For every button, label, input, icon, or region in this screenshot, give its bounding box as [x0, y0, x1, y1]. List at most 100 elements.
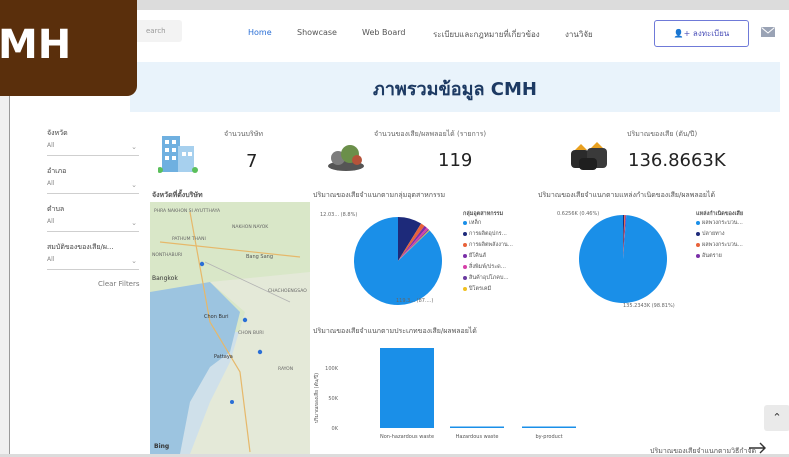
pie1-title: ปริมาณของเสียจำแนกตามกลุ่มอุตสาหกรรม	[313, 191, 446, 199]
chevron-down-icon: ⌄	[131, 219, 137, 227]
legend-item[interactable]: ผลพวงกระบวน...	[696, 241, 743, 249]
kpi-value-waste-amount: 136.8663K	[628, 150, 726, 171]
legend-label: การผลิตพลังงาน...	[469, 242, 513, 248]
footer-chart-title: ปริมาณของเสียจำแนกตามวิธีกำจัด	[650, 447, 757, 455]
kpi-label-waste-amount: ปริมาณของเสีย (ตัน/ปี)	[627, 130, 698, 138]
map-place-label: PATHUM THANI	[172, 236, 206, 242]
subdistrict-select[interactable]: All ⌄	[47, 218, 139, 232]
legend-item[interactable]: ยีโคินส์	[463, 252, 486, 260]
map-place-label: Pattaya	[214, 354, 233, 360]
legend-dot	[696, 242, 700, 247]
page-title: ภาพรวมข้อมูล CMH	[373, 79, 537, 100]
map-place-label: Chon Buri	[204, 314, 229, 320]
legend-item[interactable]: อันตราย	[696, 252, 722, 260]
nav-research[interactable]: งานวิจัย	[565, 28, 593, 41]
bar[interactable]	[450, 426, 504, 429]
legend-label: การผลิตอุปกร...	[469, 231, 507, 237]
map-place-label: Bangkok	[152, 275, 178, 282]
legend-label: อันตราย	[702, 253, 722, 259]
search-input[interactable]: earch	[130, 20, 182, 42]
bar[interactable]	[522, 426, 576, 429]
bar-ytick: 0K	[332, 426, 339, 432]
legend-item[interactable]: ผลพวงกระบวน...	[696, 219, 743, 227]
pie2-chart: 0.6256K (0.46%) 135.2343K (98.81%)	[557, 211, 675, 309]
bar-chart-title: ปริมาณของเสียจำแนกตามประเภทของเสีย/ผลพลอ…	[313, 327, 477, 335]
kpi-value-waste-items: 119	[438, 150, 473, 171]
register-button[interactable]: 👤+ ลงทะเบียน	[654, 20, 749, 47]
nav-webboard[interactable]: Web Board	[362, 28, 406, 37]
map-place-label: RAYON	[278, 366, 293, 372]
legend-dot	[463, 220, 467, 225]
map-place-label: PHRA NAKHON SI AYUTTHAYA	[154, 208, 221, 214]
pie2-slices	[579, 215, 667, 303]
pie1-label-big: 119.3... (87....)	[396, 298, 433, 304]
legend-label: เหล็ก	[469, 220, 482, 226]
legend-item[interactable]: เหล็ก	[463, 219, 481, 227]
filter-label: อำเภอ	[47, 167, 67, 175]
kpi-label-waste-items: จำนวนของเสีย/ผลพลอยได้ (รายการ)	[374, 130, 487, 138]
mail-icon[interactable]	[761, 27, 775, 37]
add-user-icon: 👤+	[673, 29, 691, 38]
dashboard: ภาพรวมข้อมูล CMH จังหวัด All ⌄ อำเภอ All ⌄…	[10, 58, 789, 455]
chevron-down-icon: ⌄	[131, 257, 137, 265]
pie1-legend-title: กลุ่มอุตสาหกรรม	[463, 211, 504, 217]
kpi-value-companies: 7	[246, 151, 258, 172]
nav-regulations[interactable]: ระเบียบและกฎหมายที่เกี่ยวข้อง	[433, 28, 540, 41]
legend-label: สินค้าอุปโภคบ...	[469, 275, 509, 281]
bar-ytick: 100K	[325, 366, 339, 372]
legend-dot	[463, 242, 467, 247]
filter-label: ตำบล	[47, 205, 65, 213]
company-location-map[interactable]: PHRA NAKHON SI AYUTTHAYA NAKHON NAYOK PA…	[150, 202, 310, 454]
map-place-label: CHACHOENGSAO	[268, 288, 307, 294]
legend-item[interactable]: ปลายทาง	[696, 230, 725, 238]
nav-home[interactable]: Home	[248, 28, 272, 37]
waste-property-select[interactable]: All ⌄	[47, 256, 139, 270]
brand-logo: MH	[0, 0, 137, 96]
legend-dot	[696, 253, 700, 258]
bar-marks: Non-hazardous waste Hazardous waste by-pro…	[380, 348, 576, 440]
district-select[interactable]: All ⌄	[47, 180, 139, 194]
bar-category-label: Hazardous waste	[456, 434, 499, 440]
pie1-label-small: 12.03... (8.8%)	[320, 212, 357, 218]
bar-category-label: Non-hazardous waste	[380, 434, 434, 440]
pie2-title: ปริมาณของเสียจำแนกตามแหล่งกำเนิดของเสีย/…	[538, 191, 715, 199]
legend-item[interactable]: การผลิตอุปกร...	[463, 230, 507, 238]
map-place-label: CHON BURI	[238, 330, 264, 336]
select-value: All	[47, 256, 55, 263]
bar-ylabel: ปริมาณของเสีย (ตัน/ปี)	[313, 373, 320, 423]
chevron-down-icon: ⌄	[131, 143, 137, 151]
legend-item[interactable]: สิ่งพิมพ์/ประด...	[463, 263, 506, 271]
pie-slice[interactable]	[579, 215, 667, 303]
bing-logo: Bing	[154, 443, 169, 450]
legend-label: ยีโคินส์	[469, 253, 486, 259]
legend-label: ผลพวงกระบวน...	[702, 220, 743, 226]
arrow-right-icon[interactable]	[748, 442, 768, 454]
map-place-label: NAKHON NAYOK	[232, 224, 269, 230]
legend-item[interactable]: ปิโตรเคมี	[463, 285, 491, 293]
pie2-legend-title: แหล่งกำเนิดของเสีย	[696, 211, 744, 217]
bar-chart: ปริมาณของเสีย (ตัน/ปี) 100K 50K 0K Non-h…	[313, 348, 576, 440]
bar[interactable]	[380, 348, 434, 428]
title-banner: ภาพรวมข้อมูล CMH	[130, 62, 780, 112]
filter-label: จังหวัด	[47, 129, 68, 137]
pie2-label-small: 0.6256K (0.46%)	[557, 211, 599, 217]
legend-dot	[463, 264, 467, 269]
register-label: ลงทะเบียน	[692, 29, 730, 38]
nav-showcase[interactable]: Showcase	[297, 28, 337, 37]
legend-dot	[696, 231, 700, 236]
map-place-label: Bang Sang	[246, 254, 273, 260]
legend-item[interactable]: การผลิตพลังงาน...	[463, 241, 513, 249]
filter-panel: จังหวัด All ⌄ อำเภอ All ⌄ ตำบล All ⌄ สมบัติ…	[47, 128, 147, 280]
chevron-down-icon: ⌄	[131, 181, 137, 189]
brand-text: MH	[0, 22, 72, 68]
waste-pile-icon	[328, 145, 364, 171]
province-select[interactable]: All ⌄	[47, 142, 139, 156]
legend-dot	[463, 275, 467, 280]
legend-label: สิ่งพิมพ์/ประด...	[469, 264, 506, 270]
legend-item[interactable]: สินค้าอุปโภคบ...	[463, 274, 509, 282]
pie2-label-big: 135.2343K (98.81%)	[623, 303, 675, 309]
clear-filters-button[interactable]: Clear Filters	[98, 280, 140, 288]
legend-label: ปิโตรเคมี	[469, 286, 492, 292]
scroll-top-button[interactable]: ⌃	[764, 405, 789, 431]
legend-dot	[696, 220, 700, 225]
